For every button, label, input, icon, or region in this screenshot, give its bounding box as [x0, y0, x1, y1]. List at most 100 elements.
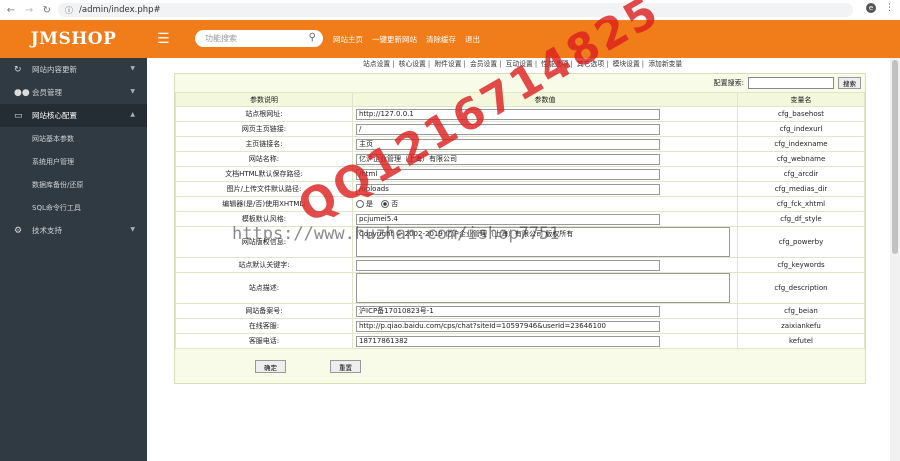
header-links: 网站主页 一键更新网站 清除缓存 退出 [333, 34, 480, 45]
row-label: 客服电话: [175, 333, 353, 349]
df-style-input[interactable]: pcjumei5.4 [356, 213, 660, 225]
table-row: 网站备案号: 沪ICP备17010823号-1 cfg_beian [175, 303, 865, 319]
profile-avatar[interactable]: e [866, 3, 876, 13]
tab-add-variable[interactable]: 添加新变量 [648, 60, 682, 68]
hamburger-menu-icon[interactable]: ☰ [157, 32, 170, 46]
table-row: 网页主页链接: / cfg_indexurl [175, 121, 865, 137]
top-header: JMSHOP ☰ ⚲ 网站主页 一键更新网站 清除缓存 退出 [0, 20, 900, 58]
sidebar-subitem-sql-tool[interactable]: SQL命令行工具 [0, 196, 147, 219]
search-input[interactable] [203, 33, 307, 44]
logout-link[interactable]: 退出 [465, 34, 480, 45]
row-var: cfg_basehost [737, 106, 865, 122]
row-label: 网站备案号: [175, 303, 353, 319]
menu-icon[interactable]: ⋮ [885, 3, 894, 13]
medias-dir-input[interactable]: /uploads [356, 183, 660, 195]
tab-attachment[interactable]: 附件设置 [434, 60, 461, 68]
radio-label: 否 [391, 199, 399, 208]
column-header: 变量名 [737, 92, 865, 107]
config-search-label: 配置搜索: [713, 79, 744, 87]
config-search: 配置搜索: 搜索 [714, 77, 861, 89]
search-icon[interactable]: ⚲ [309, 32, 316, 43]
logo: JMSHOP [30, 29, 117, 49]
row-var: cfg_df_style [737, 211, 865, 227]
sidebar-item-label: 技术支持 [32, 226, 62, 235]
row-label: 在线客服: [175, 318, 353, 334]
table-row: 在线客服: http://p.qiao.baidu.com/cps/chat?s… [175, 318, 865, 334]
sidebar-item-core-config[interactable]: ▭ 网站核心配置 ▲ [0, 104, 147, 127]
sidebar-item-members[interactable]: ●● 会员管理 ▼ [0, 81, 147, 104]
row-var: cfg_indexname [737, 136, 865, 152]
table-row: 主页链接名: 主页 cfg_indexname [175, 136, 865, 152]
description-textarea[interactable] [356, 273, 730, 303]
clear-cache-link[interactable]: 清除缓存 [426, 34, 456, 45]
table-row: 编辑器(是/否)使用XHTML: 是 否 cfg_fck_xhtml [175, 196, 865, 212]
address-bar[interactable]: ⓘ /admin/index.php# [58, 3, 853, 17]
main-content: 站点设置 | 核心设置 | 附件设置 | 会员设置 | 互动设置 | 性能选项 | 其它选项… [147, 58, 890, 461]
sidebar-subitem-basic-params[interactable]: 网站基本参数 [0, 127, 147, 150]
sidebar-item-tech-support[interactable]: ⚙ 技术支持 ▼ [0, 219, 147, 242]
watermark-url: https://www.huzhan.com/ishop7751 [232, 224, 560, 244]
form-buttons: 确定 重置 [255, 360, 361, 373]
page-scrollbar[interactable] [890, 58, 900, 461]
reload-icon[interactable]: ↻ [40, 5, 54, 16]
row-var: cfg_webname [737, 151, 865, 167]
config-search-button[interactable]: 搜索 [838, 77, 861, 89]
tab-member[interactable]: 会员设置 [470, 60, 497, 68]
chevron-down-icon: ▼ [130, 226, 135, 233]
confirm-button[interactable]: 确定 [255, 360, 286, 373]
row-label: 网页主页链接: [175, 121, 353, 137]
table-row: 网站名称: 亿沪企业管理（上海）有限公司 cfg_webname [175, 151, 865, 167]
row-label: 站点默认关键字: [175, 257, 353, 273]
back-icon[interactable]: ← [4, 5, 18, 16]
table-row: 站点描述: cfg_description [175, 272, 865, 304]
chevron-down-icon: ▼ [130, 88, 135, 95]
row-label: 站点根网址: [175, 106, 353, 122]
xhtml-no-radio[interactable]: 否 [381, 199, 398, 209]
row-var: cfg_arcdir [737, 166, 865, 182]
tab-module[interactable]: 模块设置 [613, 60, 640, 68]
url-text: /admin/index.php# [79, 5, 161, 15]
reset-button[interactable]: 重置 [330, 360, 361, 373]
refresh-icon: ↻ [14, 64, 22, 75]
beian-input[interactable]: 沪ICP备17010823号-1 [356, 305, 660, 317]
update-site-link[interactable]: 一键更新网站 [372, 34, 417, 45]
row-label: 主页链接名: [175, 136, 353, 152]
row-label: 网站名称: [175, 151, 353, 167]
forward-icon[interactable]: → [22, 5, 36, 16]
row-var: cfg_beian [737, 303, 865, 319]
row-var: cfg_indexurl [737, 121, 865, 137]
monitor-icon: ▭ [14, 110, 23, 121]
radio-circle-selected [381, 199, 390, 208]
table-row: 文档HTML默认保存路径: /html cfg_arcdir [175, 166, 865, 182]
row-var: cfg_description [737, 272, 865, 304]
sidebar-subitem-system-users[interactable]: 系统用户管理 [0, 150, 147, 173]
row-var: kefutel [737, 333, 865, 349]
table-row: 图片/上传文件默认路径: /uploads cfg_medias_dir [175, 181, 865, 197]
row-var: zaixiankefu [737, 318, 865, 334]
row-var: cfg_powerby [737, 226, 865, 258]
chevron-down-icon: ▼ [130, 65, 135, 72]
home-link[interactable]: 网站主页 [333, 34, 363, 45]
kefutel-input[interactable]: 18717861382 [356, 335, 660, 347]
column-header: 参数说明 [175, 92, 353, 107]
scrollbar-thumb[interactable] [892, 60, 898, 254]
sidebar-subitem-db-backup[interactable]: 数据库备份/还原 [0, 173, 147, 196]
function-search: ⚲ [195, 30, 323, 47]
keywords-input[interactable] [356, 259, 660, 271]
config-search-input[interactable] [748, 77, 834, 89]
table-row: 客服电话: 18717861382 kefutel [175, 333, 865, 349]
sidebar-item-content-update[interactable]: ↻ 网站内容更新 ▼ [0, 58, 147, 81]
row-var: cfg_fck_xhtml [737, 196, 865, 212]
browser-toolbar: ← → ↻ ⓘ /admin/index.php# e ⋮ [0, 0, 900, 21]
sidebar-item-label: 会员管理 [32, 88, 62, 97]
gears-icon: ⚙ [14, 225, 23, 236]
tab-core[interactable]: 核心设置 [399, 60, 426, 68]
row-label: 站点描述: [175, 272, 353, 304]
site-info-icon[interactable]: ⓘ [65, 5, 73, 16]
sidebar-item-label: 网站核心配置 [32, 111, 77, 120]
users-icon: ●● [14, 87, 30, 98]
kefu-input[interactable]: http://p.qiao.baidu.com/cps/chat?siteId=… [356, 320, 660, 332]
row-var: cfg_keywords [737, 257, 865, 273]
tab-site[interactable]: 站点设置 [363, 60, 390, 68]
sidebar-item-label: 网站内容更新 [32, 65, 77, 74]
